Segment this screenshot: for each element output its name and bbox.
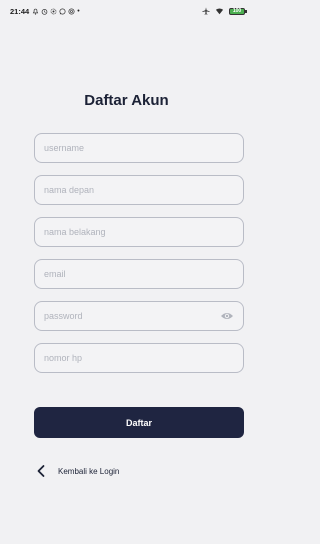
wifi-icon xyxy=(215,8,224,15)
back-to-login-link[interactable]: Kembali ke Login xyxy=(36,464,119,478)
status-time: 21:44 xyxy=(10,6,30,16)
first-name-field-container xyxy=(34,175,244,205)
battery-icon: 100 xyxy=(229,7,247,15)
status-notification-icons: • xyxy=(32,7,80,15)
email-field-container xyxy=(34,259,244,289)
register-button[interactable]: Daftar xyxy=(34,407,244,438)
whatsapp-icon xyxy=(59,7,66,15)
airplane-icon xyxy=(202,7,210,15)
chevron-left-icon xyxy=(37,465,45,477)
password-input[interactable] xyxy=(44,311,220,321)
eye-icon[interactable] xyxy=(220,311,234,321)
username-input[interactable] xyxy=(44,143,234,153)
dot-icon: • xyxy=(77,7,80,15)
alarm-icon xyxy=(41,8,48,15)
page-title: Daftar Akun xyxy=(84,92,169,109)
settings-icon xyxy=(50,8,57,14)
first-name-input[interactable] xyxy=(44,185,234,195)
status-bar: 21:44 • 100 xyxy=(0,0,253,22)
back-to-login-label: Kembali ke Login xyxy=(58,466,120,476)
status-bar-left: 21:44 • xyxy=(10,7,80,16)
notification-icon xyxy=(33,8,39,15)
username-field-container xyxy=(34,133,244,163)
status-bar-right: 100 xyxy=(202,7,247,15)
password-field-container xyxy=(34,301,244,331)
battery-level: 100 xyxy=(232,8,242,14)
last-name-input[interactable] xyxy=(44,227,234,237)
chrome-icon xyxy=(68,7,75,15)
phone-input[interactable] xyxy=(44,353,234,363)
email-input[interactable] xyxy=(44,269,234,279)
phone-field-container xyxy=(34,343,244,373)
last-name-field-container xyxy=(34,217,244,247)
